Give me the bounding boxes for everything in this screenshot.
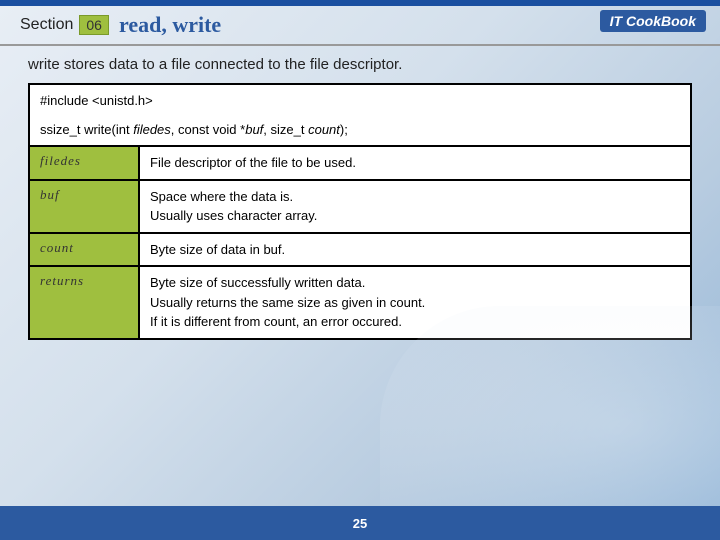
section-label: Section <box>20 16 73 34</box>
intro-text: write stores data to a file connected to… <box>28 56 692 73</box>
param-desc: Byte size of successfully written data.U… <box>139 266 691 339</box>
sig-p3: count <box>308 122 340 137</box>
page-number: 25 <box>353 516 367 531</box>
param-desc: Byte size of data in buf. <box>139 233 691 267</box>
sig-end: ); <box>340 122 348 137</box>
footer-bar: 25 <box>0 506 720 540</box>
param-name: returns <box>29 266 139 339</box>
brand-badge: IT CookBook <box>600 10 706 32</box>
table-row: filedes File descriptor of the file to b… <box>29 146 691 180</box>
section-number-box: 06 <box>79 15 109 35</box>
sig-p2: buf <box>245 122 263 137</box>
param-name: buf <box>29 180 139 233</box>
include-line: #include <unistd.h> <box>40 93 680 108</box>
param-desc: File descriptor of the file to be used. <box>139 146 691 180</box>
table-row: returns Byte size of successfully writte… <box>29 266 691 339</box>
param-desc: Space where the data is.Usually uses cha… <box>139 180 691 233</box>
table-row: buf Space where the data is.Usually uses… <box>29 180 691 233</box>
code-cell: #include <unistd.h> ssize_t write(int fi… <box>29 84 691 146</box>
section-title: read, write <box>119 12 221 38</box>
sig-mid1: , const void * <box>171 122 245 137</box>
code-row: #include <unistd.h> ssize_t write(int fi… <box>29 84 691 146</box>
table-row: count Byte size of data in buf. <box>29 233 691 267</box>
content-area: write stores data to a file connected to… <box>0 46 720 350</box>
signature-line: ssize_t write(int filedes, const void *b… <box>40 122 348 137</box>
param-name: filedes <box>29 146 139 180</box>
definition-table: #include <unistd.h> ssize_t write(int fi… <box>28 83 692 340</box>
sig-p1: filedes <box>133 122 171 137</box>
param-name: count <box>29 233 139 267</box>
sig-mid2: , size_t <box>263 122 308 137</box>
sig-pre: ssize_t write(int <box>40 122 133 137</box>
slide: Section 06 read, write IT CookBook write… <box>0 0 720 540</box>
